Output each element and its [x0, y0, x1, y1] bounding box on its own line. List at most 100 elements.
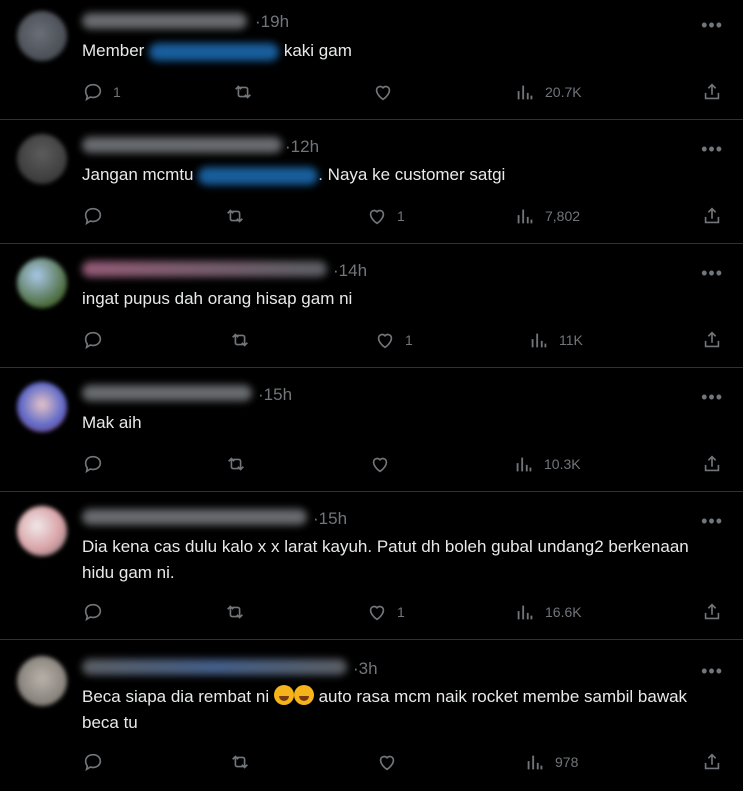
rolling-laughing-emoji-icon [293, 685, 314, 705]
more-icon[interactable]: ••• [701, 388, 723, 406]
avatar[interactable] [17, 382, 67, 432]
more-icon[interactable]: ••• [701, 140, 723, 158]
share-button[interactable] [701, 452, 723, 476]
reply-button[interactable] [82, 600, 113, 624]
reply-item[interactable]: ·15h ••• Mak aih 10.3K [0, 368, 743, 492]
avatar[interactable] [17, 11, 67, 61]
like-button[interactable] [372, 80, 403, 104]
author-name[interactable] [82, 261, 327, 277]
time-separator: ·14h [333, 261, 368, 280]
view-count: 16.6K [545, 604, 582, 620]
avatar[interactable] [17, 134, 67, 184]
time-separator: ·15h [258, 385, 293, 404]
reply-button[interactable] [82, 452, 113, 476]
like-button[interactable]: 1 [374, 328, 413, 352]
views-button[interactable]: 11K [528, 328, 583, 352]
views-button[interactable]: 978 [524, 750, 578, 774]
view-count: 20.7K [545, 84, 582, 100]
views-button[interactable]: 10.3K [513, 452, 581, 476]
like-button[interactable]: 1 [366, 204, 405, 228]
mention-link[interactable] [149, 42, 280, 61]
views-button[interactable]: 7,802 [514, 204, 580, 228]
share-button[interactable] [701, 328, 723, 352]
repost-button[interactable] [224, 600, 255, 624]
repost-button[interactable] [232, 80, 263, 104]
reply-item[interactable]: ·3h ••• Beca siapa dia rembat ni auto ra… [0, 640, 743, 791]
reply-text-part: Jangan mcmtu [82, 165, 194, 184]
reply-item[interactable]: ·15h ••• Dia kena cas dulu kalo x x lara… [0, 492, 743, 640]
reply-icon [84, 455, 102, 474]
view-count: 7,802 [545, 208, 581, 224]
timestamp[interactable]: 12h [291, 137, 319, 156]
reply-button[interactable] [82, 750, 113, 774]
like-button[interactable]: 1 [366, 600, 405, 624]
views-icon [531, 333, 547, 348]
repost-button[interactable] [229, 750, 260, 774]
timestamp[interactable]: 14h [339, 261, 367, 280]
views-button[interactable]: 16.6K [514, 600, 582, 624]
timestamp[interactable]: 3h [359, 659, 378, 678]
reply-icon [84, 207, 102, 226]
author-name[interactable] [82, 137, 282, 153]
reply-text: ingat pupus dah orang hisap gam ni [82, 289, 353, 308]
heart-icon [369, 605, 385, 621]
more-icon[interactable]: ••• [701, 16, 723, 34]
repost-button[interactable] [225, 452, 256, 476]
reply-text: Beca siapa dia rembat ni auto rasa mcm n… [82, 684, 723, 736]
author-name[interactable] [82, 659, 347, 675]
author-name[interactable] [82, 385, 252, 401]
reply-text-part: Beca siapa dia rembat ni [82, 687, 270, 706]
timestamp[interactable]: 15h [319, 509, 347, 528]
share-button[interactable] [701, 80, 723, 104]
avatar[interactable] [17, 258, 67, 308]
time-separator: ·15h [313, 509, 348, 528]
share-button[interactable] [701, 600, 723, 624]
share-icon [704, 207, 720, 224]
like-button[interactable] [369, 452, 400, 476]
reply-button[interactable] [82, 328, 113, 352]
views-icon [516, 457, 532, 472]
time-separator: ·12h [285, 137, 320, 156]
repost-icon [228, 457, 244, 471]
view-count: 11K [559, 332, 583, 348]
author-name[interactable] [82, 509, 307, 525]
avatar[interactable] [17, 656, 67, 706]
reply-text: Member kaki gam [82, 38, 723, 64]
timestamp[interactable]: 19h [261, 12, 289, 31]
repost-icon [235, 85, 251, 99]
reply-text: Dia kena cas dulu kalo x x larat kayuh. … [82, 537, 694, 582]
share-icon [704, 753, 720, 770]
reply-icon [84, 331, 102, 350]
view-count: 10.3K [544, 456, 581, 472]
repost-button[interactable] [229, 328, 260, 352]
action-bar: 1 20.7K [82, 80, 723, 104]
action-bar: 1 16.6K [82, 600, 723, 624]
reply-button[interactable] [82, 204, 113, 228]
repost-button[interactable] [224, 204, 255, 228]
like-count: 1 [397, 208, 405, 224]
like-button[interactable] [376, 750, 407, 774]
action-bar: 10.3K [82, 452, 723, 476]
share-button[interactable] [701, 204, 723, 228]
rolling-laughing-emoji-icon [273, 685, 294, 705]
action-bar: 978 [82, 750, 723, 774]
mention-link[interactable] [198, 166, 319, 185]
reply-button[interactable]: 1 [82, 80, 121, 104]
heart-icon [372, 457, 388, 473]
share-icon [704, 603, 720, 620]
more-icon[interactable]: ••• [701, 512, 723, 530]
views-icon [517, 605, 533, 620]
view-count: 978 [555, 754, 579, 770]
more-icon[interactable]: ••• [701, 264, 723, 282]
timestamp[interactable]: 15h [264, 385, 292, 404]
reply-icon [84, 603, 102, 622]
action-bar: 1 11K [82, 328, 723, 352]
reply-item[interactable]: ·14h ••• ingat pupus dah orang hisap gam… [0, 244, 743, 368]
more-icon[interactable]: ••• [701, 662, 723, 680]
author-name[interactable] [82, 13, 247, 29]
share-button[interactable] [701, 750, 723, 774]
avatar[interactable] [17, 506, 67, 556]
reply-item[interactable]: ·12h ••• Jangan mcmtu . Naya ke customer… [0, 120, 743, 244]
reply-item[interactable]: ·19h ••• Member kaki gam 1 20.7K [0, 0, 743, 120]
views-button[interactable]: 20.7K [514, 80, 582, 104]
